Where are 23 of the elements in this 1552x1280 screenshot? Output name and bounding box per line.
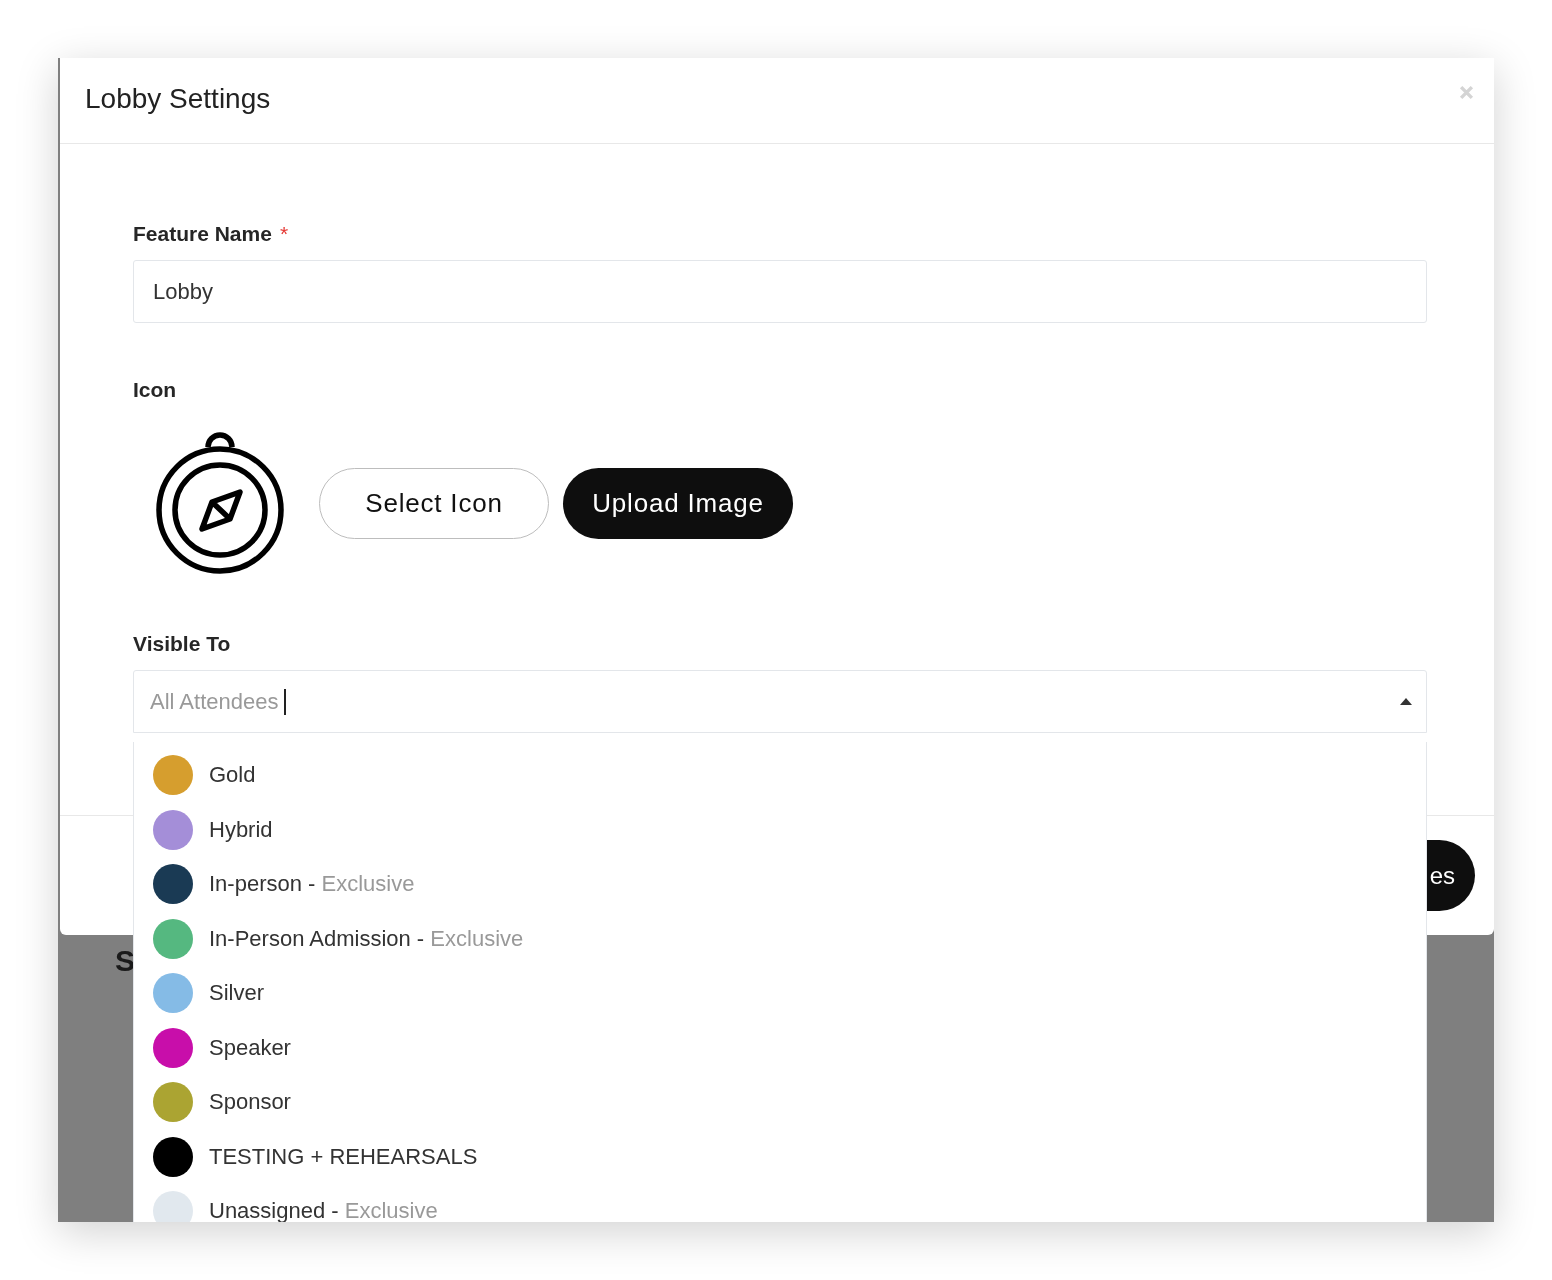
upload-button[interactable]: Upload Image	[563, 467, 793, 539]
dropdown-option[interactable]: TESTING + REHEARSALS	[134, 1129, 1426, 1184]
dialog-title: Lobby Settings	[85, 82, 271, 116]
dropdown-option[interactable]: Unassigned - Exclusive	[134, 1184, 1426, 1222]
field-label: Visible To	[133, 632, 231, 656]
dropdown-option[interactable]: Gold	[134, 748, 1426, 803]
dropdown-option[interactable]: Speaker	[134, 1020, 1426, 1075]
required-mark: *	[279, 222, 289, 246]
field-label: Feature Name	[133, 222, 272, 246]
dropdown-option[interactable]: In-Person Admission - Exclusive	[134, 911, 1426, 966]
close-icon[interactable]	[1459, 85, 1474, 100]
dropdown-option[interactable]: In-person - Exclusive	[134, 857, 1426, 912]
placeholder-text: All Attendees	[150, 688, 279, 715]
text-cursor	[284, 688, 287, 715]
text-field[interactable]: Lobby	[133, 260, 1427, 323]
compass-icon	[155, 430, 285, 576]
dropdown-option[interactable]: Sponsor	[134, 1075, 1426, 1130]
dropdown-option[interactable]: Silver	[134, 966, 1426, 1021]
dropdown-option[interactable]: Hybrid	[134, 802, 1426, 857]
select-button[interactable]: Select Icon	[319, 467, 549, 539]
field-label: Icon	[133, 378, 177, 402]
caret-up-icon	[1400, 698, 1412, 705]
section-heading: S	[115, 944, 135, 978]
